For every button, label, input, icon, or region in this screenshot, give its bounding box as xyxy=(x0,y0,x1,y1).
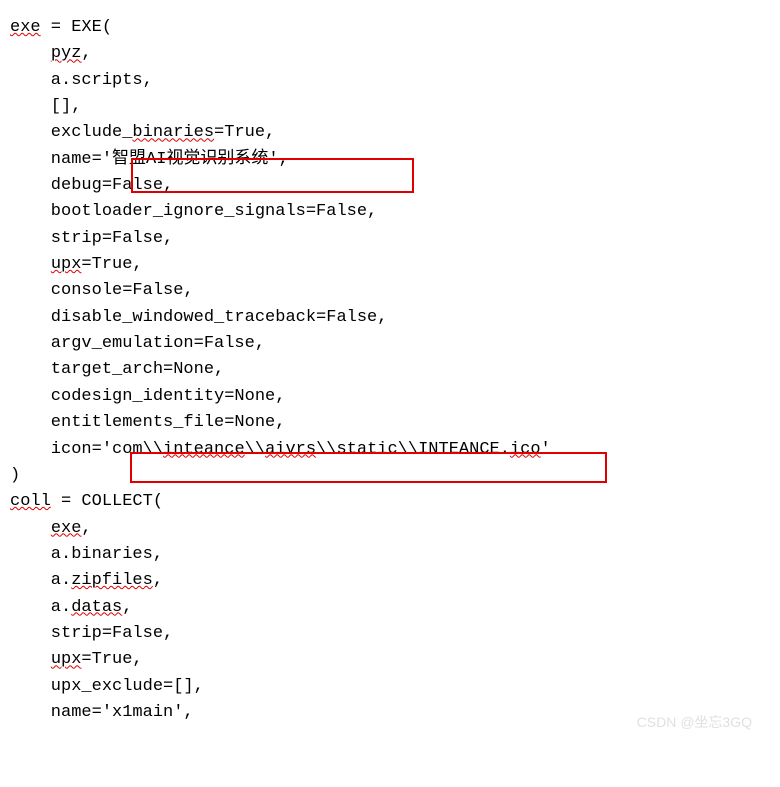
code-token: = EXE( xyxy=(41,18,112,37)
code-line: pyz, xyxy=(10,41,770,67)
code-line: a.zipfiles, xyxy=(10,568,770,594)
code-token: a. xyxy=(10,598,71,617)
code-token: exe xyxy=(51,519,82,538)
code-line: a.binaries, xyxy=(10,542,770,568)
code-token: upx xyxy=(51,255,82,274)
code-token: \\static\\INTEANCE. xyxy=(316,440,510,459)
code-line: codesign_identity=None, xyxy=(10,384,770,410)
code-token: , xyxy=(122,598,132,617)
code-token: ico xyxy=(510,440,541,459)
code-line: disable_windowed_traceback=False, xyxy=(10,305,770,331)
code-token: coll xyxy=(10,492,51,511)
code-token: exe xyxy=(10,18,41,37)
code-snippet: exe = EXE( pyz, a.scripts, [], exclude_b… xyxy=(10,15,770,726)
code-line: name='x1main', xyxy=(10,700,770,726)
code-token: name= xyxy=(10,150,102,169)
code-token: , xyxy=(153,571,163,590)
code-line: a.scripts, xyxy=(10,68,770,94)
code-token: a. xyxy=(10,571,71,590)
code-line: strip=False, xyxy=(10,226,770,252)
code-token: =True, xyxy=(81,255,142,274)
code-token: , xyxy=(81,44,91,63)
code-line: name='智盟AI视觉识别系统', xyxy=(10,147,770,173)
code-token: upx xyxy=(51,650,82,669)
code-token: = COLLECT( xyxy=(51,492,163,511)
code-token: zipfiles xyxy=(71,571,153,590)
code-line: exe, xyxy=(10,516,770,542)
code-line: ) xyxy=(10,463,770,489)
code-line: upx=True, xyxy=(10,252,770,278)
code-token: datas xyxy=(71,598,122,617)
code-token: '智盟AI视觉识别系统', xyxy=(102,150,289,169)
code-token: aivrs xyxy=(265,440,316,459)
code-line: entitlements_file=None, xyxy=(10,410,770,436)
code-token: =True, xyxy=(81,650,142,669)
code-token xyxy=(10,519,51,538)
code-token xyxy=(10,255,51,274)
code-token: exclude_ xyxy=(10,123,132,142)
code-line: debug=False, xyxy=(10,173,770,199)
code-line: upx_exclude=[], xyxy=(10,674,770,700)
code-line: argv_emulation=False, xyxy=(10,331,770,357)
code-token xyxy=(10,44,51,63)
code-line: bootloader_ignore_signals=False, xyxy=(10,199,770,225)
code-line: upx=True, xyxy=(10,647,770,673)
code-line: strip=False, xyxy=(10,621,770,647)
code-token: binaries xyxy=(132,123,214,142)
code-line: [], xyxy=(10,94,770,120)
code-token: inteance xyxy=(163,440,245,459)
code-line: console=False, xyxy=(10,278,770,304)
code-token: \\ xyxy=(245,440,265,459)
code-token: =True, xyxy=(214,123,275,142)
code-token: 'com\\ xyxy=(102,440,163,459)
code-line: exclude_binaries=True, xyxy=(10,120,770,146)
code-token: , xyxy=(81,519,91,538)
code-token xyxy=(10,650,51,669)
code-line: icon='com\\inteance\\aivrs\\static\\INTE… xyxy=(10,437,770,463)
code-line: a.datas, xyxy=(10,595,770,621)
code-line: exe = EXE( xyxy=(10,15,770,41)
code-token: pyz xyxy=(51,44,82,63)
code-token: ' xyxy=(541,440,551,459)
code-line: coll = COLLECT( xyxy=(10,489,770,515)
code-line: target_arch=None, xyxy=(10,357,770,383)
code-token: icon= xyxy=(10,440,102,459)
